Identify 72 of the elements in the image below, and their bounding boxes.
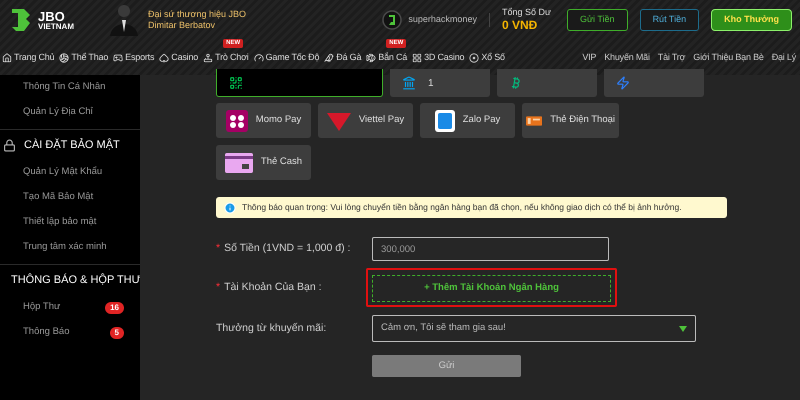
sidebar-item[interactable]: Tạo Mã Bảo Mật <box>23 190 124 205</box>
payment-option[interactable]: Thẻ Cash <box>216 145 311 180</box>
logo-text: JBO <box>38 10 66 22</box>
add-bank-account-button[interactable]: + Thêm Tài Khoản Ngân Hàng <box>372 274 611 302</box>
nav-link[interactable]: Đại Lý <box>772 50 796 64</box>
promotion-select[interactable]: Cảm ơn, Tôi sẽ tham gia sau! <box>372 315 696 342</box>
qr-code-icon <box>229 76 243 90</box>
nav-link[interactable]: Trang Chủ <box>14 50 54 64</box>
field-label: Thưởng từ khuyến mãi: <box>216 320 326 336</box>
required-mark: * <box>216 241 220 256</box>
nav-link[interactable]: Esports <box>125 50 154 64</box>
section-title: THÔNG BÁO & HỘP THƯ <box>11 272 142 288</box>
nav-link[interactable]: Đá Gà <box>336 50 362 64</box>
logo-subtext: VIETNAM <box>38 22 74 30</box>
payment-option[interactable]: 1 <box>390 69 490 97</box>
spade-icon <box>159 52 170 62</box>
field-label: Tài Khoản Của Bạn : <box>224 280 322 295</box>
amount-field[interactable]: 300,000 <box>372 237 609 261</box>
disc-icon <box>469 52 480 62</box>
count-badge: 16 <box>105 302 124 314</box>
sidebar-item[interactable]: Thông Tin Cá Nhân <box>23 80 124 95</box>
required-mark: * <box>216 280 220 295</box>
dropdown-caret-icon <box>679 326 687 332</box>
nav-link[interactable]: Casino <box>171 50 198 64</box>
count-badge: 5 <box>110 326 124 338</box>
nav-link[interactable]: Khuyến Mãi <box>604 50 650 64</box>
sidebar-item[interactable]: Trung tâm xác minh <box>23 240 124 255</box>
notice-text: Thông báo quan trọng: Vui lòng chuyển tiền bằng ngân hàng bạn đã chọn, nếu không giao dịch có thể bị ảnh hưởng. <box>242 201 682 214</box>
bolt-icon <box>616 76 630 90</box>
nav-link[interactable]: Giới Thiệu Bạn Bè <box>693 50 764 64</box>
payment-option[interactable]: Zalo Pay <box>420 103 515 138</box>
nav-link[interactable]: 3D Casino <box>424 50 464 64</box>
grid-icon <box>412 52 422 62</box>
card-icon <box>224 152 253 172</box>
ambassador-name: Dimitar Berbatov <box>148 20 216 32</box>
nav-link[interactable]: Trò Chơi <box>215 50 249 64</box>
payment-option[interactable] <box>216 69 383 97</box>
sidebar-item[interactable]: Thông Báo <box>23 325 110 340</box>
bank-icon <box>402 76 416 90</box>
nav-link[interactable]: VIP <box>582 50 596 64</box>
payment-option[interactable]: Momo Pay <box>216 103 311 138</box>
gamepad-icon <box>113 52 124 62</box>
balance-value: 0 VNĐ <box>502 18 538 34</box>
nav-link[interactable]: Xổ Số <box>481 50 505 64</box>
joystick-icon <box>203 52 214 62</box>
avatar-icon <box>382 10 402 30</box>
payment-option[interactable]: Thẻ Điện Thoại <box>522 103 619 138</box>
nav-link[interactable]: Bắn Cá <box>378 50 408 64</box>
sidebar-item[interactable]: Thiết lập bảo mật <box>23 215 124 230</box>
balance-label: Tổng Số Dư <box>502 6 552 18</box>
ball-icon <box>59 52 70 62</box>
triangle-logo-icon <box>326 110 351 130</box>
section-title: CÀI ĐẶT BẢO MẬT <box>24 137 120 153</box>
sidebar-item[interactable]: Quản Lý Địa Chỉ <box>23 105 124 120</box>
sidebar-item[interactable]: Hộp Thư <box>23 300 106 315</box>
bird-icon <box>324 52 334 62</box>
nav-link[interactable]: Game Tốc Độ <box>266 50 320 64</box>
payment-option[interactable]: Viettel Pay <box>318 103 413 138</box>
fish-icon <box>366 52 376 62</box>
home-icon <box>2 52 12 62</box>
field-label: Số Tiền (1VND = 1,000 đ) : <box>224 241 350 256</box>
sidebar-item[interactable]: Quản Lý Mật Khẩu <box>23 165 124 180</box>
ambassador-text: Đại sứ thương hiệu JBO <box>148 8 246 20</box>
username: superhackmoney <box>408 13 477 26</box>
nav-link[interactable]: Thể Thao <box>71 50 108 64</box>
gauge-icon <box>254 52 264 62</box>
lock-icon <box>3 138 16 152</box>
option-text: 1 <box>428 76 434 90</box>
deposit-button[interactable]: Gửi Tiền <box>567 9 628 31</box>
info-icon <box>224 202 236 214</box>
nav-link[interactable]: Tài Trợ <box>658 50 686 64</box>
withdraw-button[interactable]: Rút Tiền <box>640 9 700 31</box>
